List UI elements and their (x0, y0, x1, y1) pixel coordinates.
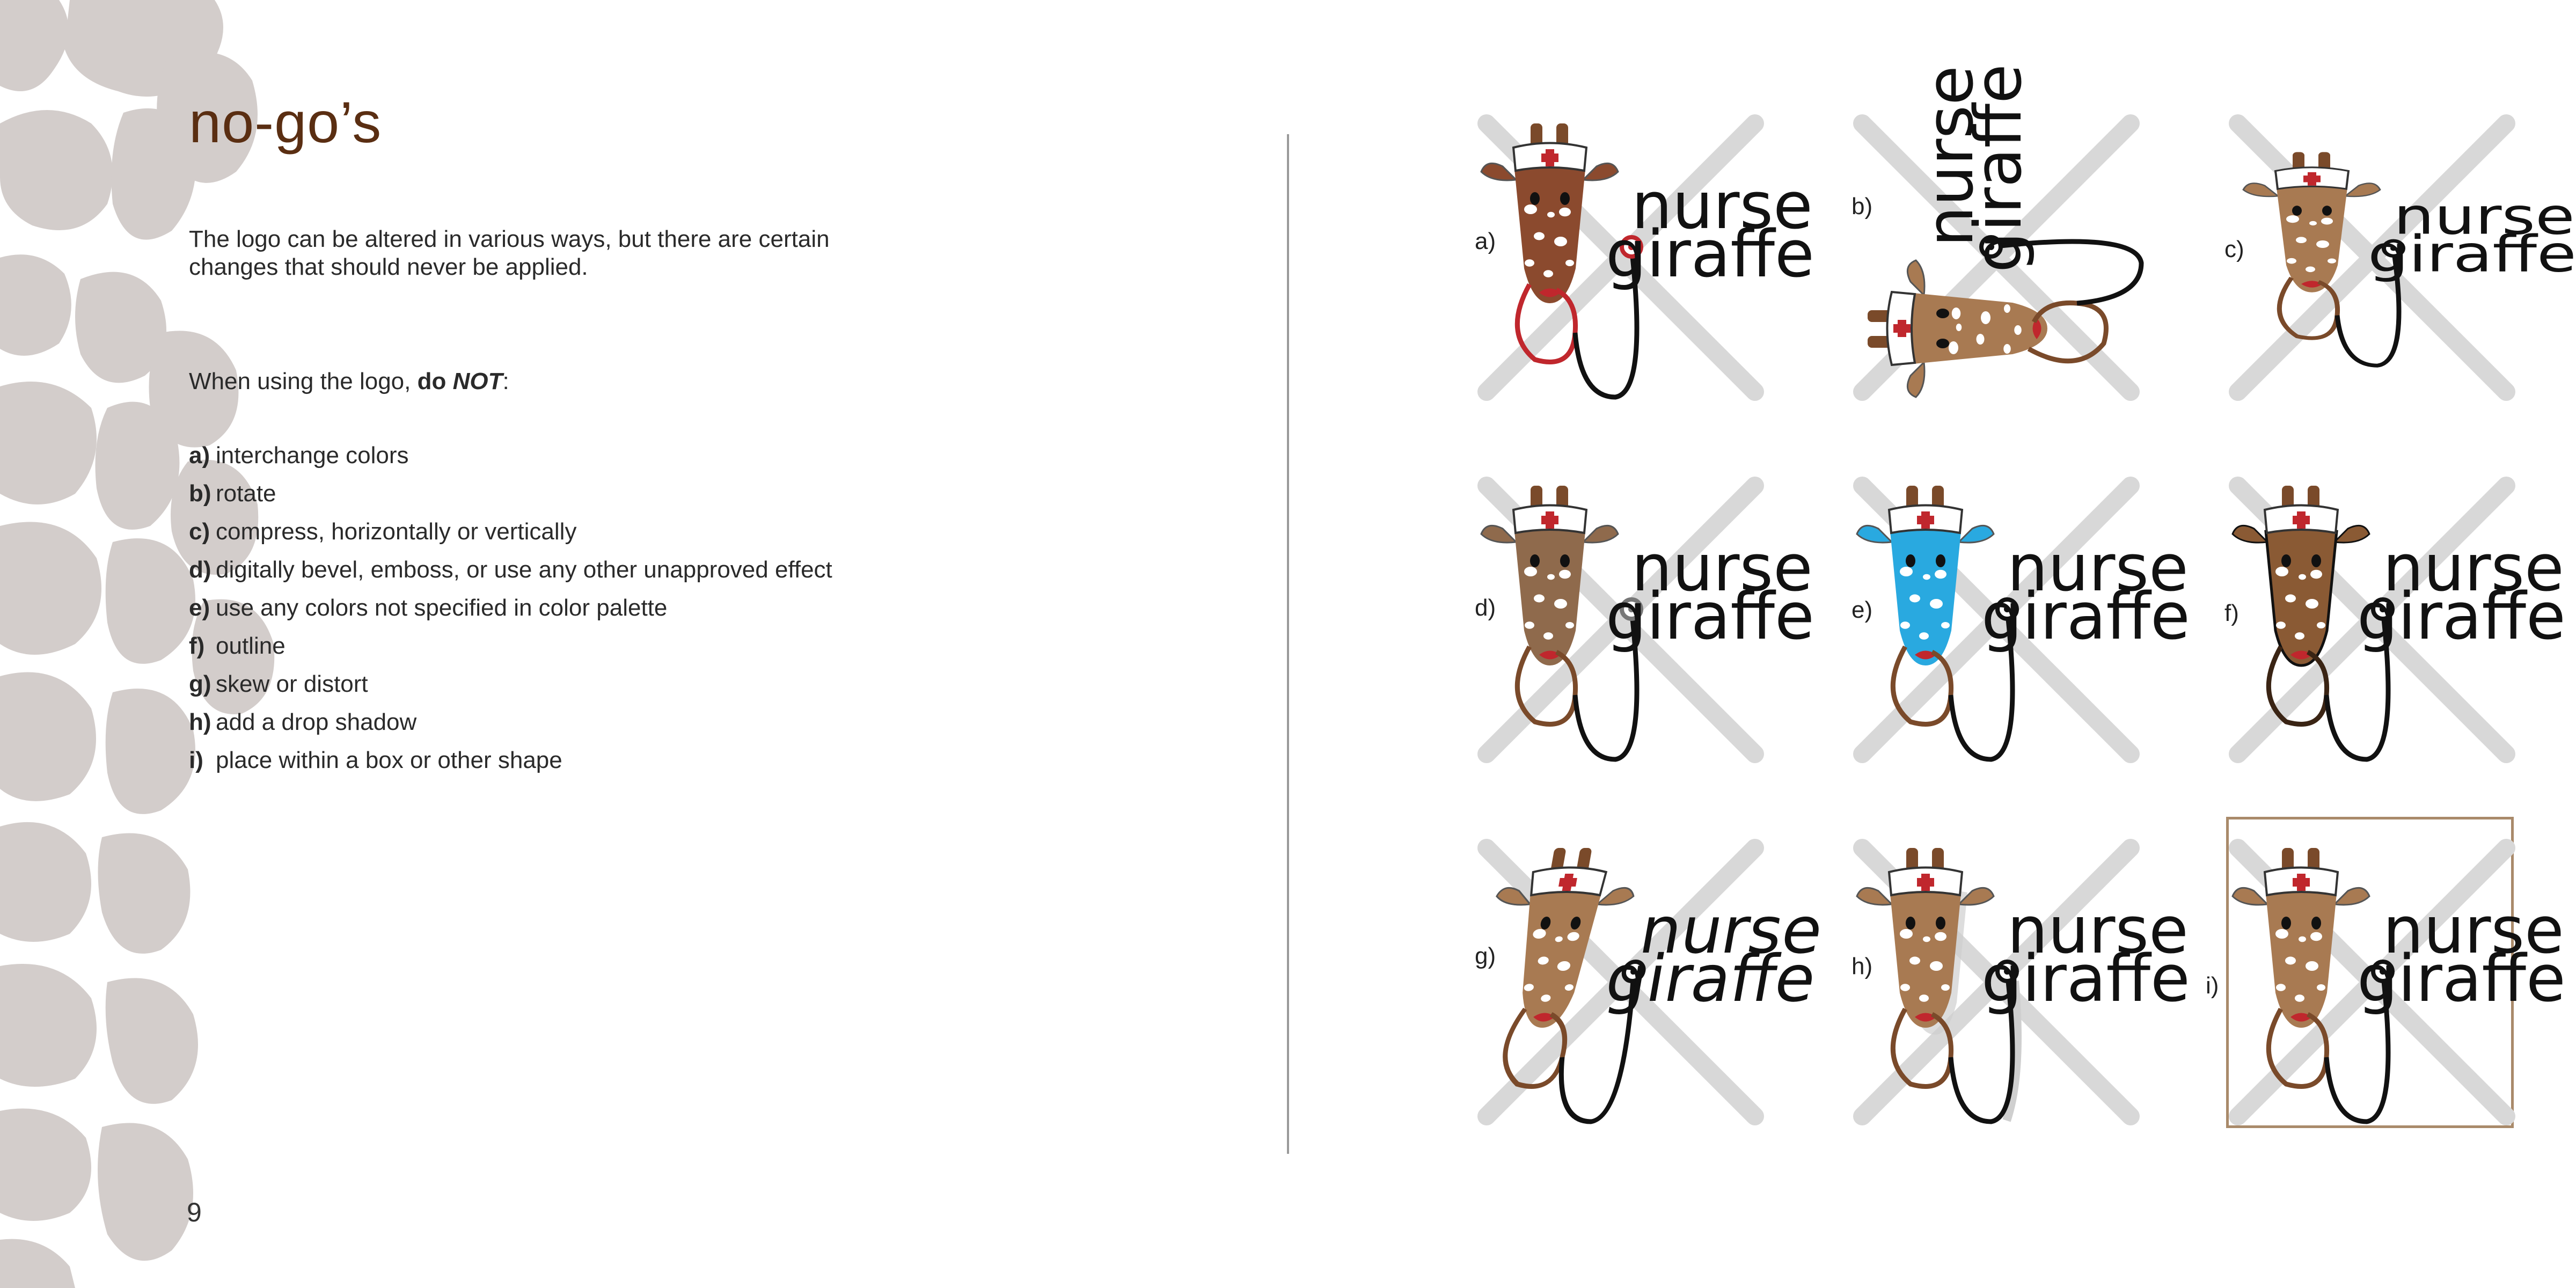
nurse-cap-icon (1887, 866, 1964, 897)
logo-word-giraffe: giraffe (2368, 225, 2576, 284)
page-number: 9 (187, 1197, 202, 1227)
logo-example-c: nursegiraffe (2229, 114, 2576, 401)
rule-letter: h) (189, 709, 211, 735)
rules-lead-prefix: When using the logo, (189, 368, 418, 394)
logo-example-f: nursegiraffe (2229, 477, 2566, 763)
rule-item: a) interchange colors (189, 436, 832, 474)
logo-word-giraffe: giraffe (1962, 64, 2036, 273)
rule-letter: d) (189, 557, 211, 583)
rule-item: c) compress, horizontally or vertically (189, 513, 832, 551)
logo-word-giraffe: giraffe (1981, 580, 2190, 654)
logo-word-giraffe: giraffe (2357, 580, 2566, 654)
logo-example-g: nursegiraffe (1477, 839, 1829, 1125)
rules-list: a) interchange colors b) rotate c) compress… (189, 436, 832, 779)
logo-word-giraffe: giraffe (1606, 580, 1814, 654)
logo-word-giraffe: giraffe (1981, 942, 2190, 1016)
logo-example-h: nursegiraffe (1853, 839, 2190, 1125)
rule-letter: g) (189, 671, 211, 697)
page-title: no-go’s (189, 90, 382, 155)
logo-example-b: nursegiraffe (1853, 64, 2144, 401)
rule-letter: a) (189, 442, 210, 469)
rule-text: outline (216, 633, 286, 659)
nurse-cap-icon (1887, 504, 1964, 535)
logo-word-giraffe: giraffe (1600, 941, 1821, 1016)
rule-item: g) skew or distort (189, 665, 832, 703)
rule-letter: b) (189, 480, 211, 507)
nurse-cap-icon (2263, 866, 2339, 897)
rule-item: d) digitally bevel, emboss, or use any ot… (189, 551, 832, 589)
rule-letter: i) (189, 747, 203, 773)
logo-example-i: nursegiraffe (2229, 839, 2566, 1125)
nurse-cap-icon (2263, 504, 2339, 535)
intro-text: The logo can be altered in various ways,… (189, 226, 830, 280)
nurse-cap-icon (1512, 504, 1588, 535)
rule-item: e) use any colors not specified in color … (189, 589, 832, 627)
rule-item: f) outline (189, 627, 832, 665)
rule-item: b) rotate (189, 474, 832, 513)
rules-lead-do: do (417, 368, 447, 394)
rule-text: skew or distort (216, 671, 368, 697)
rule-letter: e) (189, 595, 210, 621)
logo-example-d: nursegiraffe (1477, 477, 1814, 763)
example-label-i: i) (2206, 972, 2219, 999)
column-divider (1287, 134, 1289, 1154)
rules-lead: When using the logo, do NOT: (189, 368, 509, 395)
nurse-cap-icon (1512, 142, 1588, 172)
logo-example-e: nursegiraffe (1853, 477, 2190, 763)
nurse-cap-icon (1529, 866, 1608, 897)
rules-lead-suffix: : (502, 368, 509, 394)
rule-item: i) place within a box or other shape (189, 741, 832, 779)
rule-text: digitally bevel, emboss, or use any othe… (216, 557, 832, 583)
rule-letter: f) (189, 633, 205, 659)
rule-item: h) add a drop shadow (189, 703, 832, 741)
nurse-cap-icon (2274, 166, 2350, 190)
rule-text: add a drop shadow (216, 709, 417, 735)
rule-text: rotate (216, 480, 276, 507)
rules-lead-not: NOT (452, 368, 503, 394)
rule-text: use any colors not specified in color pa… (216, 595, 668, 621)
rule-text: interchange colors (216, 442, 409, 469)
nurse-cap-icon (1886, 290, 1916, 367)
logo-word-giraffe: giraffe (1606, 217, 1814, 292)
rule-text: place within a box or other shape (216, 747, 562, 773)
logo-word-giraffe: giraffe (2357, 942, 2566, 1016)
logo-example-a: nursegiraffe (1477, 114, 1814, 401)
rule-letter: c) (189, 518, 210, 545)
rule-text: compress, horizontally or vertically (216, 518, 577, 545)
